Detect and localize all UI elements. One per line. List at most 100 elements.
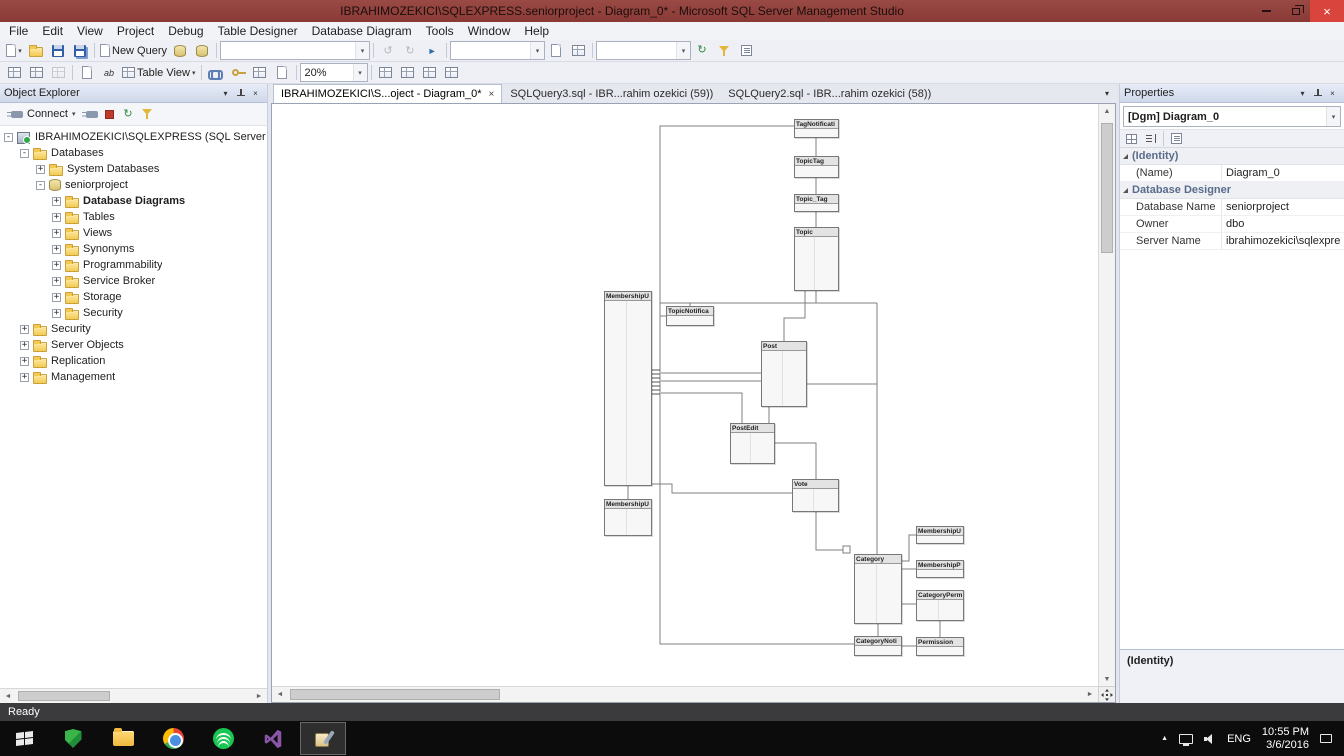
clock[interactable]: 10:55 PM 3/6/2016 bbox=[1262, 726, 1309, 752]
set-primary-key-button[interactable] bbox=[227, 63, 249, 83]
network-icon[interactable] bbox=[1179, 734, 1193, 744]
property-row-name[interactable]: (Name)Diagram_0 bbox=[1120, 165, 1344, 182]
scroll-up-icon[interactable]: ▲ bbox=[1099, 104, 1115, 118]
tab-sqlquery3[interactable]: SQLQuery3.sql - IBR...rahim ozekici (59)… bbox=[503, 84, 720, 103]
diagram-canvas[interactable]: TagNotificati TopicTag Topic_Tag Topic M… bbox=[272, 104, 1098, 686]
menu-help[interactable]: Help bbox=[517, 23, 556, 39]
pin-icon[interactable] bbox=[233, 86, 248, 101]
canvas-vscrollbar[interactable]: ▲ ▼ bbox=[1098, 104, 1115, 686]
restore-button[interactable] bbox=[1281, 0, 1310, 22]
entity-categorypermission[interactable]: CategoryPerm bbox=[916, 590, 964, 621]
debug-button[interactable]: ► bbox=[421, 41, 443, 61]
menu-database-diagram[interactable]: Database Diagram bbox=[305, 23, 419, 39]
property-row-owner[interactable]: Ownerdbo bbox=[1120, 216, 1344, 233]
menu-file[interactable]: File bbox=[2, 23, 35, 39]
manage-indexes-button[interactable] bbox=[249, 63, 271, 83]
tree-item-databases[interactable]: -Databases bbox=[0, 145, 267, 161]
save-all-button[interactable] bbox=[69, 41, 91, 61]
expander-icon[interactable]: + bbox=[20, 325, 29, 334]
property-value[interactable]: dbo bbox=[1222, 216, 1344, 232]
taskbar-visual-studio[interactable] bbox=[250, 722, 296, 755]
undo-button[interactable]: ↺ bbox=[377, 41, 399, 61]
title-bar[interactable]: IBRAHIMOZEKICI\SQLEXPRESS.seniorproject … bbox=[0, 0, 1344, 22]
scrollbar-thumb[interactable] bbox=[1101, 123, 1113, 253]
expander-icon[interactable]: + bbox=[52, 261, 61, 270]
tree-item-server-objects[interactable]: +Server Objects bbox=[0, 337, 267, 353]
expander-icon[interactable]: + bbox=[52, 213, 61, 222]
volume-icon[interactable] bbox=[1204, 734, 1216, 744]
entity-membershipuser-1[interactable]: MembershipU bbox=[604, 291, 652, 486]
hidden-icons-button[interactable]: ▲ bbox=[1161, 735, 1168, 742]
property-value[interactable]: seniorproject bbox=[1222, 199, 1344, 215]
show-grid-button[interactable] bbox=[441, 63, 463, 83]
manage-relationships-button[interactable] bbox=[205, 63, 227, 83]
taskbar-ssms[interactable] bbox=[300, 722, 346, 755]
expander-icon[interactable]: + bbox=[52, 229, 61, 238]
refresh-button[interactable]: ↻ bbox=[119, 105, 138, 123]
tree-item-database-diagrams[interactable]: +Database Diagrams bbox=[0, 193, 267, 209]
start-button[interactable] bbox=[0, 721, 48, 756]
tree-item-seniorproject[interactable]: -seniorproject bbox=[0, 177, 267, 193]
expander-icon[interactable]: - bbox=[36, 181, 45, 190]
entity-topic[interactable]: Topic bbox=[794, 227, 839, 291]
entity-categorynotification[interactable]: CategoryNoti bbox=[854, 636, 902, 656]
scroll-right-icon[interactable]: ► bbox=[1082, 687, 1098, 702]
redo-button[interactable]: ↻ bbox=[399, 41, 421, 61]
entity-post[interactable]: Post bbox=[761, 341, 807, 407]
disconnect-button[interactable] bbox=[80, 105, 100, 123]
tree-item-tables[interactable]: +Tables bbox=[0, 209, 267, 225]
tree-item-security-server[interactable]: +Security bbox=[0, 321, 267, 337]
expander-icon[interactable]: + bbox=[20, 341, 29, 350]
tab-list-icon[interactable]: ▾ bbox=[1098, 84, 1116, 103]
new-table-button[interactable] bbox=[3, 63, 25, 83]
category-database-designer[interactable]: Database Designer bbox=[1120, 182, 1344, 199]
results-grid-button[interactable] bbox=[567, 41, 589, 61]
scrollbar-track[interactable] bbox=[16, 689, 251, 703]
close-panel-icon[interactable]: × bbox=[1325, 86, 1340, 101]
menu-tools[interactable]: Tools bbox=[419, 23, 461, 39]
properties-object-dropdown[interactable]: [Dgm] Diagram_0 ▾ bbox=[1123, 106, 1341, 127]
tree-item-management[interactable]: +Management bbox=[0, 369, 267, 385]
entity-postedit[interactable]: PostEdit bbox=[730, 423, 775, 464]
database-engine-query-button[interactable] bbox=[169, 41, 191, 61]
canvas-hscrollbar[interactable]: ◄ ► bbox=[272, 686, 1098, 702]
open-file-button[interactable] bbox=[25, 41, 47, 61]
tab-sqlquery2[interactable]: SQLQuery2.sql - IBR...rahim ozekici (58)… bbox=[721, 84, 938, 103]
entity-tagnotification[interactable]: TagNotificati bbox=[794, 119, 839, 138]
menu-edit[interactable]: Edit bbox=[35, 23, 70, 39]
toolbar-combo-1[interactable]: ▾ bbox=[220, 41, 370, 60]
tree-item-replication[interactable]: +Replication bbox=[0, 353, 267, 369]
expander-icon[interactable]: - bbox=[20, 149, 29, 158]
entity-topictag[interactable]: TopicTag bbox=[794, 156, 839, 178]
tree-item-synonyms[interactable]: +Synonyms bbox=[0, 241, 267, 257]
taskbar-shield-app[interactable] bbox=[50, 722, 96, 755]
menu-window[interactable]: Window bbox=[461, 23, 518, 39]
script-button[interactable] bbox=[545, 41, 567, 61]
property-value[interactable]: Diagram_0 bbox=[1222, 165, 1344, 181]
categorized-button[interactable] bbox=[1122, 130, 1141, 148]
pan-button[interactable] bbox=[1098, 686, 1115, 702]
taskbar-file-explorer[interactable] bbox=[100, 722, 146, 755]
property-value[interactable]: ibrahimozekici\sqlexpre bbox=[1222, 233, 1344, 249]
tree-item-security-db[interactable]: +Security bbox=[0, 305, 267, 321]
window-position-icon[interactable]: ▾ bbox=[1295, 86, 1310, 101]
menu-debug[interactable]: Debug bbox=[161, 23, 210, 39]
table-view-button[interactable]: Table View▾ bbox=[120, 63, 198, 83]
tree-item-server[interactable]: -IBRAHIMOZEKICI\SQLEXPRESS (SQL Server 1… bbox=[0, 129, 267, 145]
property-row-database-name[interactable]: Database Nameseniorproject bbox=[1120, 199, 1344, 216]
tree-item-system-databases[interactable]: +System Databases bbox=[0, 161, 267, 177]
expander-icon[interactable]: - bbox=[4, 133, 13, 142]
scroll-right-icon[interactable]: ► bbox=[251, 689, 267, 703]
language-indicator[interactable]: ENG bbox=[1227, 733, 1251, 745]
pin-icon[interactable] bbox=[1310, 86, 1325, 101]
scroll-left-icon[interactable]: ◄ bbox=[0, 689, 16, 703]
expander-icon[interactable]: + bbox=[52, 293, 61, 302]
expander-icon[interactable]: + bbox=[20, 373, 29, 382]
minimize-button[interactable] bbox=[1252, 0, 1281, 22]
analysis-query-button[interactable] bbox=[191, 41, 213, 61]
scrollbar-thumb[interactable] bbox=[290, 689, 500, 700]
arrange-selection-button[interactable] bbox=[375, 63, 397, 83]
action-center-icon[interactable] bbox=[1320, 734, 1332, 743]
expander-icon[interactable]: + bbox=[52, 245, 61, 254]
close-panel-icon[interactable]: × bbox=[248, 86, 263, 101]
